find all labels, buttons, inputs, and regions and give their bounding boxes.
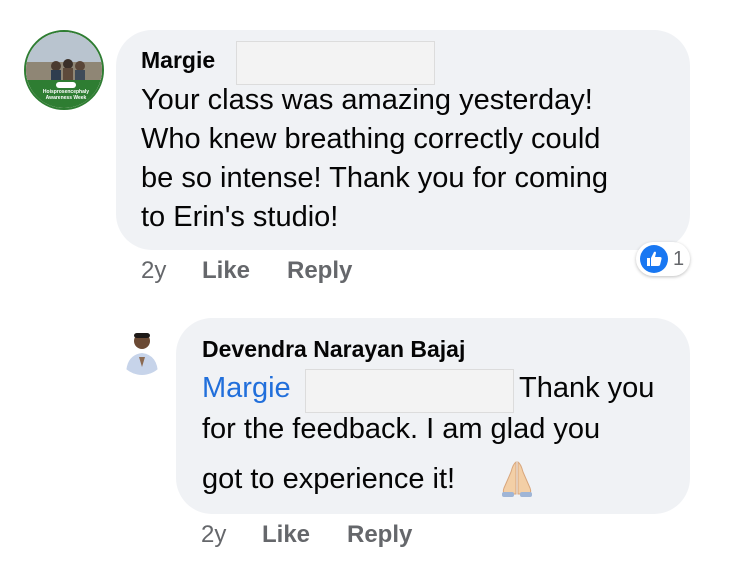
comment-text-line: to Erin's studio! <box>141 201 339 233</box>
comment-text-line: Who knew breathing correctly could <box>141 123 601 155</box>
avatar-photo <box>126 333 158 375</box>
reply-text-line: for the feedback. I am glad you <box>202 413 601 445</box>
mention-link[interactable]: Margie <box>202 372 291 405</box>
reply-timestamp[interactable]: 2y <box>201 521 226 549</box>
reply-text-line: got to experience it! <box>202 463 456 495</box>
redacted-surname <box>305 369 514 413</box>
comment-text-line: be so intense! Thank you for coming <box>141 162 608 194</box>
comment-text-line: Your class was amazing yesterday! <box>141 84 593 116</box>
reply-like-button[interactable]: Like <box>262 521 310 549</box>
like-button[interactable]: Like <box>202 257 250 285</box>
avatar-caption: Hoisprosencephaly Awareness Week <box>42 89 90 101</box>
reply-text-line: Thank you <box>519 372 655 404</box>
reaction-count: 1 <box>673 247 685 270</box>
thumbs-up-icon <box>640 245 668 273</box>
replier-avatar[interactable] <box>118 327 166 375</box>
redacted-surname <box>236 41 435 85</box>
reply-reply-button[interactable]: Reply <box>347 521 412 549</box>
reaction-badge[interactable]: 1 <box>636 242 691 276</box>
reply-author-name[interactable]: Devendra Narayan Bajaj <box>202 336 465 363</box>
comment-author-name[interactable]: Margie <box>141 47 215 74</box>
praying-hands-icon <box>502 461 532 497</box>
commenter-avatar[interactable]: Hoisprosencephaly Awareness Week <box>24 30 104 110</box>
comment-timestamp[interactable]: 2y <box>141 257 166 285</box>
reply-button[interactable]: Reply <box>287 257 352 285</box>
